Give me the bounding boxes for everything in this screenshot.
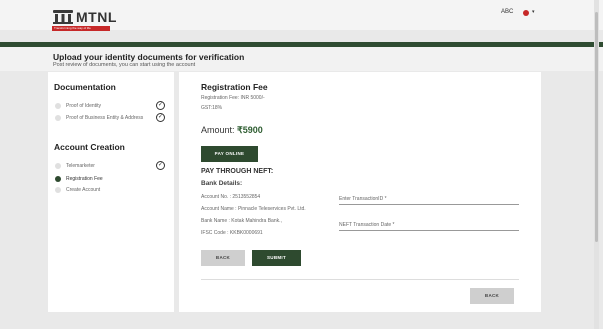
submit-button[interactable]: SUBMIT	[252, 250, 301, 266]
chevron-down-icon[interactable]: ▾	[532, 9, 535, 15]
step-proof-of-identity[interactable]: Proof of Identity ✓	[54, 101, 168, 112]
step-indicator-icon	[55, 115, 61, 121]
check-circle-icon: ✓	[156, 161, 165, 170]
neft-title: PAY THROUGH NEFT:	[201, 168, 274, 175]
transaction-id-input[interactable]	[339, 193, 519, 204]
pay-online-button[interactable]: PAY ONLINE	[201, 146, 258, 162]
step-indicator-icon	[55, 163, 61, 169]
mtnl-logo-icon	[53, 10, 73, 24]
transaction-date-input[interactable]	[339, 219, 519, 230]
account-creation-title: Account Creation	[54, 142, 125, 152]
step-telemarketer[interactable]: Telemarketer ✓	[54, 161, 168, 172]
mtnl-logo[interactable]: MTNL Transforming the way of life	[52, 9, 116, 31]
step-label: Registration Fee	[66, 176, 103, 182]
back-button[interactable]: BACK	[201, 250, 245, 266]
bank-name: Bank Name : Kotak Mahindra Bank.,	[201, 218, 282, 224]
step-label: Proof of Identity	[66, 103, 102, 109]
check-circle-icon: ✓	[156, 113, 165, 122]
step-label: Create Account	[66, 187, 101, 193]
step-indicator-icon	[55, 103, 61, 109]
step-label: Telemarketer	[66, 163, 95, 169]
logo-tagline: Transforming the way of life	[52, 26, 110, 31]
user-name[interactable]: ABC	[501, 9, 513, 15]
step-label: Proof of Business Entity & Address	[66, 115, 144, 121]
registration-fee-title: Registration Fee	[201, 82, 268, 92]
bottom-back-button[interactable]: BACK	[470, 288, 514, 304]
step-create-account[interactable]: Create Account	[54, 186, 168, 196]
scrollbar-thumb[interactable]	[595, 12, 598, 242]
transaction-id-field[interactable]	[339, 193, 519, 205]
ifsc-code: IFSC Code : KKBK0000691	[201, 230, 263, 236]
step-proof-of-business[interactable]: Proof of Business Entity & Address ✓	[54, 113, 168, 124]
gst-line: GST:18%	[201, 105, 223, 111]
step-active-indicator-icon	[55, 176, 61, 182]
fee-amount-line: Registration Fee: INR 5000/-	[201, 95, 265, 101]
transaction-date-field[interactable]	[339, 219, 519, 231]
section-divider	[201, 279, 519, 280]
account-number: Account No. : 2513552854	[201, 194, 261, 200]
step-indicator-icon	[55, 187, 61, 193]
amount-value: ₹5900	[237, 125, 263, 135]
progress-sidebar: Documentation Proof of Identity ✓ Proof …	[48, 72, 174, 312]
account-name: Account Name : Pinnacle Teleservices Pvt…	[201, 206, 306, 212]
amount-label: Amount:	[201, 125, 235, 135]
amount-row: Amount: ₹5900	[201, 125, 263, 136]
check-circle-icon: ✓	[156, 101, 165, 110]
documentation-title: Documentation	[54, 82, 116, 92]
registration-fee-panel: Registration Fee Registration Fee: INR 5…	[179, 72, 541, 312]
step-registration-fee[interactable]: Registration Fee	[54, 175, 168, 185]
page-subtitle: Post review of documents, you can start …	[53, 62, 196, 68]
bank-details-title: Bank Details:	[201, 180, 243, 187]
logo-text: MTNL	[76, 9, 117, 25]
page-title: Upload your identity documents for verif…	[53, 52, 245, 62]
user-avatar-icon[interactable]	[523, 10, 529, 16]
